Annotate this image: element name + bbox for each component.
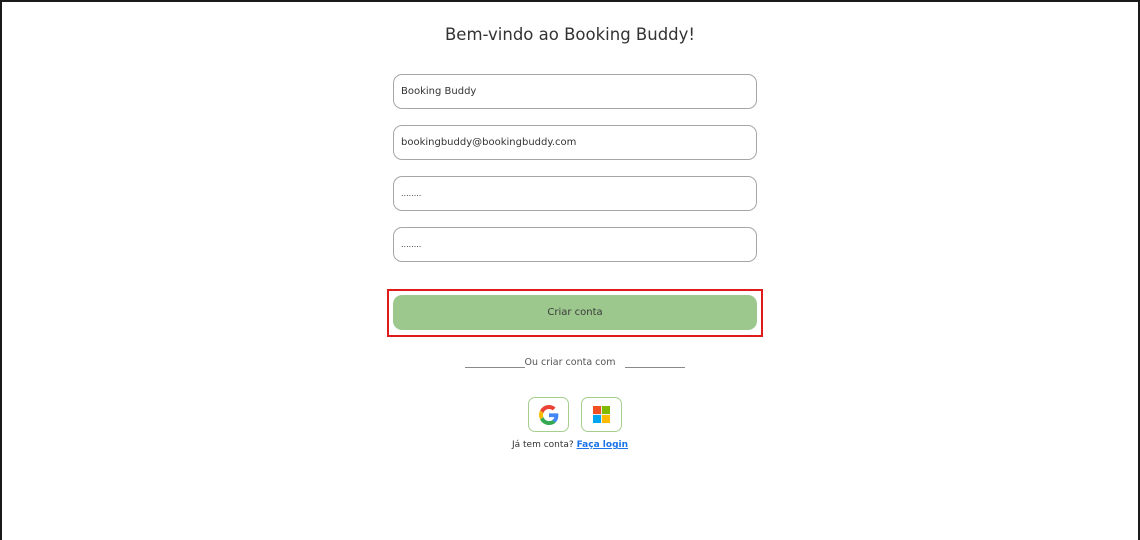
divider-text: Ou criar conta com xyxy=(524,357,616,368)
page-title: Bem-vindo ao Booking Buddy! xyxy=(444,25,696,44)
google-icon xyxy=(538,404,558,425)
name-input[interactable] xyxy=(393,74,757,109)
divider-line-right xyxy=(625,367,685,368)
microsoft-icon xyxy=(593,406,610,423)
microsoft-signup-button[interactable] xyxy=(581,397,622,432)
password-input[interactable] xyxy=(393,176,757,211)
create-account-button[interactable]: Criar conta xyxy=(393,295,757,330)
email-input[interactable] xyxy=(393,125,757,160)
login-prompt-text: Já tem conta? xyxy=(511,440,574,450)
login-prompt-row: Já tem conta? Faça login xyxy=(0,440,1140,450)
confirm-password-input[interactable] xyxy=(393,227,757,262)
login-link[interactable]: Faça login xyxy=(577,440,628,450)
google-signup-button[interactable] xyxy=(528,397,569,432)
